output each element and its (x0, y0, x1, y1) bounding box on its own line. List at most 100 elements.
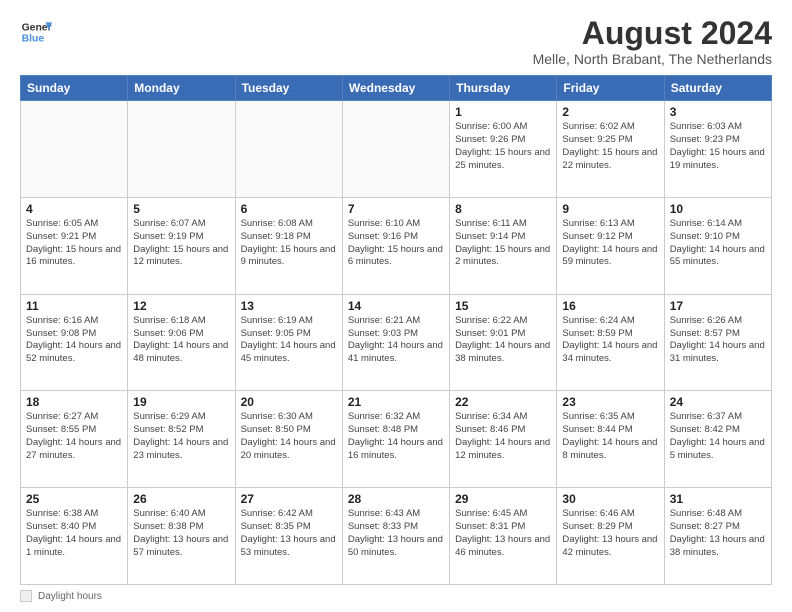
calendar-cell: 13 Sunrise: 6:19 AMSunset: 9:05 PMDayligh… (235, 294, 342, 391)
day-number: 3 (670, 105, 766, 119)
day-info: Sunrise: 6:45 AMSunset: 8:31 PMDaylight:… (455, 508, 551, 559)
calendar-week-row: 4Sunrise: 6:05 AMSunset: 9:21 PMDaylight… (21, 197, 772, 294)
calendar-cell: 19 Sunrise: 6:29 AMSunset: 8:52 PMDayligh… (128, 391, 235, 488)
calendar-cell: 20 Sunrise: 6:30 AMSunset: 8:50 PMDayligh… (235, 391, 342, 488)
title-block: August 2024 Melle, North Brabant, The Ne… (533, 16, 772, 67)
calendar-cell: 5Sunrise: 6:07 AMSunset: 9:19 PMDaylight… (128, 197, 235, 294)
day-info: Sunrise: 6:48 AMSunset: 8:27 PMDaylight:… (670, 508, 766, 559)
day-info: Sunrise: 6:27 AMSunset: 8:55 PMDaylight:… (26, 411, 122, 462)
svg-text:Blue: Blue (22, 34, 45, 45)
calendar-cell: 7 Sunrise: 6:10 AMSunset: 9:16 PMDaylight… (342, 197, 449, 294)
calendar-cell: 31Sunrise: 6:48 AMSunset: 8:27 PMDayligh… (664, 488, 771, 585)
day-info: Sunrise: 6:42 AMSunset: 8:35 PMDaylight:… (241, 508, 337, 559)
weekday-header: Sunday (21, 76, 128, 101)
day-number: 21 (348, 395, 444, 409)
calendar-cell: 9Sunrise: 6:13 AMSunset: 9:12 PMDaylight… (557, 197, 664, 294)
day-number: 8 (455, 202, 551, 216)
day-number: 23 (562, 395, 658, 409)
day-number: 12 (133, 299, 229, 313)
day-number: 15 (455, 299, 551, 313)
weekday-header: Wednesday (342, 76, 449, 101)
calendar-header-row: SundayMondayTuesdayWednesdayThursdayFrid… (21, 76, 772, 101)
day-info: Sunrise: 6:16 AMSunset: 9:08 PMDaylight:… (26, 315, 122, 366)
day-number: 10 (670, 202, 766, 216)
day-number: 24 (670, 395, 766, 409)
calendar-week-row: 1 Sunrise: 6:00 AMSunset: 9:26 PMDaylight… (21, 101, 772, 198)
footer-note: Daylight hours (20, 590, 772, 602)
calendar-cell (342, 101, 449, 198)
day-info: Sunrise: 6:11 AMSunset: 9:14 PMDaylight:… (455, 218, 551, 269)
calendar-cell: 3 Sunrise: 6:03 AMSunset: 9:23 PMDaylight… (664, 101, 771, 198)
calendar-cell: 22Sunrise: 6:34 AMSunset: 8:46 PMDayligh… (450, 391, 557, 488)
day-info: Sunrise: 6:37 AMSunset: 8:42 PMDaylight:… (670, 411, 766, 462)
day-number: 6 (241, 202, 337, 216)
day-number: 17 (670, 299, 766, 313)
day-info: Sunrise: 6:24 AMSunset: 8:59 PMDaylight:… (562, 315, 658, 366)
main-title: August 2024 (533, 16, 772, 51)
day-number: 26 (133, 492, 229, 506)
day-number: 14 (348, 299, 444, 313)
day-number: 13 (241, 299, 337, 313)
day-info: Sunrise: 6:38 AMSunset: 8:40 PMDaylight:… (26, 508, 122, 559)
weekday-header: Saturday (664, 76, 771, 101)
calendar-week-row: 18 Sunrise: 6:27 AMSunset: 8:55 PMDayligh… (21, 391, 772, 488)
day-number: 18 (26, 395, 122, 409)
calendar-cell: 15 Sunrise: 6:22 AMSunset: 9:01 PMDayligh… (450, 294, 557, 391)
day-info: Sunrise: 6:35 AMSunset: 8:44 PMDaylight:… (562, 411, 658, 462)
day-info: Sunrise: 6:14 AMSunset: 9:10 PMDaylight:… (670, 218, 766, 269)
calendar-table: SundayMondayTuesdayWednesdayThursdayFrid… (20, 75, 772, 585)
logo-icon: General Blue (20, 16, 52, 48)
calendar-cell: 2Sunrise: 6:02 AMSunset: 9:25 PMDaylight… (557, 101, 664, 198)
calendar-cell: 29Sunrise: 6:45 AMSunset: 8:31 PMDayligh… (450, 488, 557, 585)
day-number: 19 (133, 395, 229, 409)
day-info: Sunrise: 6:19 AMSunset: 9:05 PMDaylight:… (241, 315, 337, 366)
day-number: 25 (26, 492, 122, 506)
weekday-header: Monday (128, 76, 235, 101)
calendar-cell: 30Sunrise: 6:46 AMSunset: 8:29 PMDayligh… (557, 488, 664, 585)
calendar-cell: 4Sunrise: 6:05 AMSunset: 9:21 PMDaylight… (21, 197, 128, 294)
logo: General Blue (20, 16, 52, 48)
calendar-cell: 27 Sunrise: 6:42 AMSunset: 8:35 PMDayligh… (235, 488, 342, 585)
day-number: 20 (241, 395, 337, 409)
day-number: 22 (455, 395, 551, 409)
day-number: 4 (26, 202, 122, 216)
calendar-cell: 17 Sunrise: 6:26 AMSunset: 8:57 PMDayligh… (664, 294, 771, 391)
day-number: 28 (348, 492, 444, 506)
day-number: 30 (562, 492, 658, 506)
calendar-cell: 8 Sunrise: 6:11 AMSunset: 9:14 PMDaylight… (450, 197, 557, 294)
day-info: Sunrise: 6:13 AMSunset: 9:12 PMDaylight:… (562, 218, 658, 269)
day-info: Sunrise: 6:03 AMSunset: 9:23 PMDaylight:… (670, 121, 766, 172)
calendar-cell (21, 101, 128, 198)
calendar-cell: 26 Sunrise: 6:40 AMSunset: 8:38 PMDayligh… (128, 488, 235, 585)
day-info: Sunrise: 6:02 AMSunset: 9:25 PMDaylight:… (562, 121, 658, 172)
day-info: Sunrise: 6:43 AMSunset: 8:33 PMDaylight:… (348, 508, 444, 559)
day-info: Sunrise: 6:29 AMSunset: 8:52 PMDaylight:… (133, 411, 229, 462)
day-number: 7 (348, 202, 444, 216)
day-info: Sunrise: 6:00 AMSunset: 9:26 PMDaylight:… (455, 121, 551, 172)
day-info: Sunrise: 6:07 AMSunset: 9:19 PMDaylight:… (133, 218, 229, 269)
day-number: 1 (455, 105, 551, 119)
calendar-week-row: 11Sunrise: 6:16 AMSunset: 9:08 PMDayligh… (21, 294, 772, 391)
calendar-cell: 24 Sunrise: 6:37 AMSunset: 8:42 PMDayligh… (664, 391, 771, 488)
calendar-cell: 10 Sunrise: 6:14 AMSunset: 9:10 PMDayligh… (664, 197, 771, 294)
day-info: Sunrise: 6:22 AMSunset: 9:01 PMDaylight:… (455, 315, 551, 366)
subtitle: Melle, North Brabant, The Netherlands (533, 51, 772, 67)
page: General Blue August 2024 Melle, North Br… (0, 0, 792, 612)
day-number: 16 (562, 299, 658, 313)
calendar-cell (235, 101, 342, 198)
day-info: Sunrise: 6:26 AMSunset: 8:57 PMDaylight:… (670, 315, 766, 366)
calendar-cell: 1 Sunrise: 6:00 AMSunset: 9:26 PMDaylight… (450, 101, 557, 198)
day-info: Sunrise: 6:10 AMSunset: 9:16 PMDaylight:… (348, 218, 444, 269)
calendar-cell: 14Sunrise: 6:21 AMSunset: 9:03 PMDayligh… (342, 294, 449, 391)
day-number: 27 (241, 492, 337, 506)
calendar-cell: 11Sunrise: 6:16 AMSunset: 9:08 PMDayligh… (21, 294, 128, 391)
calendar-week-row: 25 Sunrise: 6:38 AMSunset: 8:40 PMDayligh… (21, 488, 772, 585)
calendar-cell: 16 Sunrise: 6:24 AMSunset: 8:59 PMDayligh… (557, 294, 664, 391)
header: General Blue August 2024 Melle, North Br… (20, 16, 772, 67)
day-info: Sunrise: 6:40 AMSunset: 8:38 PMDaylight:… (133, 508, 229, 559)
calendar-cell: 18 Sunrise: 6:27 AMSunset: 8:55 PMDayligh… (21, 391, 128, 488)
calendar-cell (128, 101, 235, 198)
day-info: Sunrise: 6:30 AMSunset: 8:50 PMDaylight:… (241, 411, 337, 462)
daylight-icon (20, 590, 32, 602)
day-info: Sunrise: 6:32 AMSunset: 8:48 PMDaylight:… (348, 411, 444, 462)
